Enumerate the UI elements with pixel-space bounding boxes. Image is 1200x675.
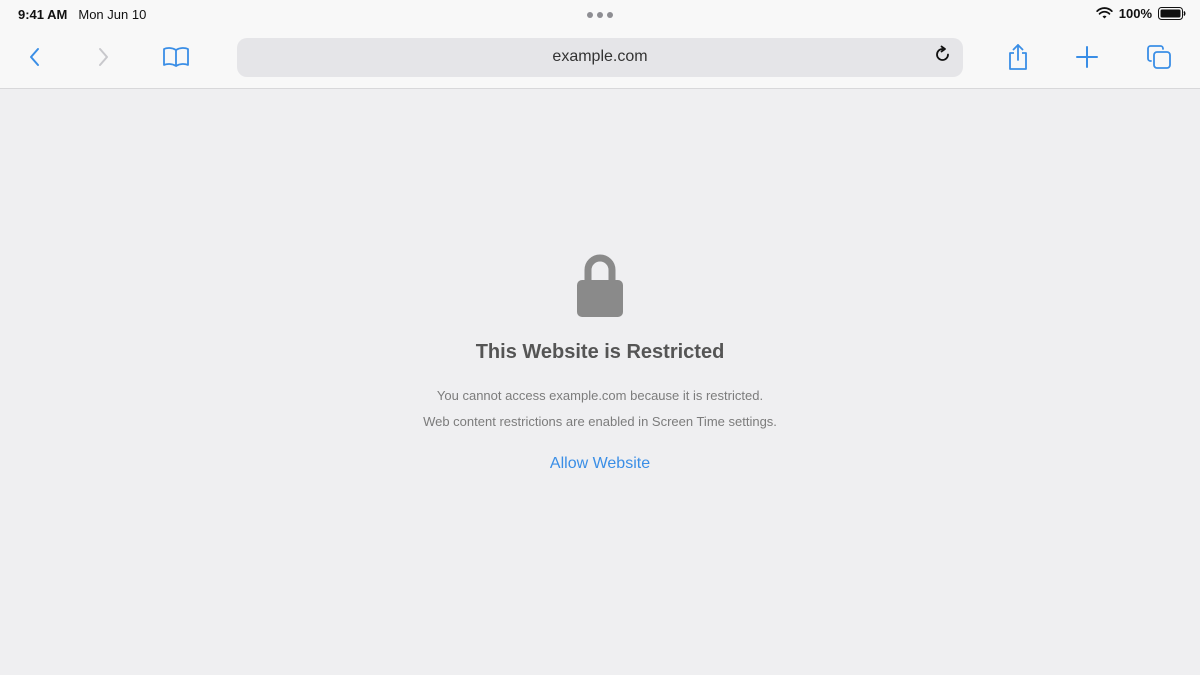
status-date: Mon Jun 10 — [78, 7, 147, 22]
multitask-menu[interactable] — [587, 12, 613, 18]
status-time: 9:41 AM — [18, 7, 68, 22]
multitask-dot — [607, 12, 613, 18]
tabs-icon — [1146, 44, 1172, 75]
restricted-content: This Website is Restricted You cannot ac… — [0, 89, 1200, 675]
restriction-message-line-1: You cannot access example.com because it… — [436, 388, 764, 403]
battery-icon — [1158, 7, 1186, 20]
address-bar[interactable]: example.com — [237, 38, 963, 77]
allow-website-link[interactable]: Allow Website — [0, 455, 1200, 473]
chevron-left-icon — [27, 46, 43, 73]
chevron-right-icon — [95, 46, 111, 73]
plus-icon — [1075, 45, 1099, 74]
wifi-icon — [1096, 7, 1113, 20]
reload-button[interactable] — [931, 45, 953, 69]
multitask-dot — [587, 12, 593, 18]
bookmarks-button[interactable] — [156, 39, 196, 79]
new-tab-button[interactable] — [1067, 39, 1107, 79]
reload-icon — [933, 45, 952, 69]
share-icon — [1006, 43, 1030, 76]
forward-button[interactable] — [83, 39, 123, 79]
multitask-dot — [597, 12, 603, 18]
status-bar-right: 100% — [1096, 6, 1186, 21]
restriction-message-line-2: Web content restrictions are enabled in … — [423, 414, 777, 429]
book-icon — [162, 45, 190, 74]
url-text[interactable]: example.com — [237, 48, 963, 66]
tabs-overview-button[interactable] — [1139, 39, 1179, 79]
status-bar-left: 9:41 AM Mon Jun 10 — [18, 7, 146, 22]
battery-percentage: 100% — [1118, 6, 1152, 21]
browser-chrome: 9:41 AM Mon Jun 10 100% example.com — [0, 0, 1200, 89]
share-button[interactable] — [998, 39, 1038, 79]
page-title: This Website is Restricted — [475, 341, 725, 363]
back-button[interactable] — [15, 39, 55, 79]
lock-icon — [575, 251, 625, 319]
